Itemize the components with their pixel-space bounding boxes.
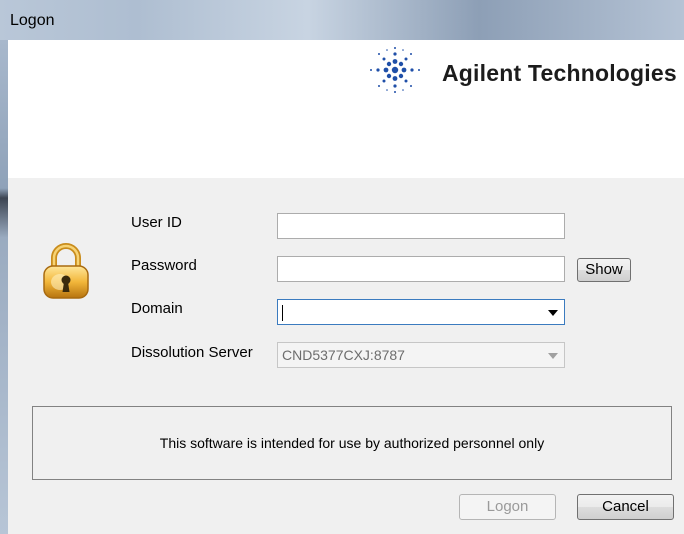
chevron-down-icon[interactable] (548, 310, 558, 316)
text-caret (282, 305, 283, 321)
dissolution-server-label: Dissolution Server (131, 344, 253, 361)
brand-name: Agilent Technologies (442, 60, 677, 86)
chevron-down-icon[interactable] (548, 353, 558, 359)
window-frame-left (0, 40, 8, 534)
user-id-label: User ID (131, 214, 182, 231)
notice-text: This software is intended for use by aut… (159, 435, 545, 451)
authorized-use-notice: This software is intended for use by aut… (32, 406, 672, 480)
dissolution-server-value: CND5377CXJ:8787 (282, 347, 405, 363)
password-label: Password (131, 257, 197, 274)
domain-label: Domain (131, 300, 183, 317)
dissolution-server-select[interactable]: CND5377CXJ:8787 (277, 342, 565, 368)
title-bar[interactable]: Logon (0, 0, 684, 40)
user-id-input[interactable] (277, 213, 565, 239)
window-title: Logon (10, 12, 55, 29)
logon-window: Logon Agilent Technologies User ID Passw… (0, 0, 684, 534)
domain-select[interactable] (277, 299, 565, 325)
password-input[interactable] (277, 256, 565, 282)
agilent-spark-logo-icon (370, 47, 420, 93)
cancel-button[interactable]: Cancel (577, 494, 674, 520)
show-password-button[interactable]: Show (577, 258, 631, 282)
padlock-key-icon (43, 243, 89, 299)
logon-button[interactable]: Logon (459, 494, 556, 520)
